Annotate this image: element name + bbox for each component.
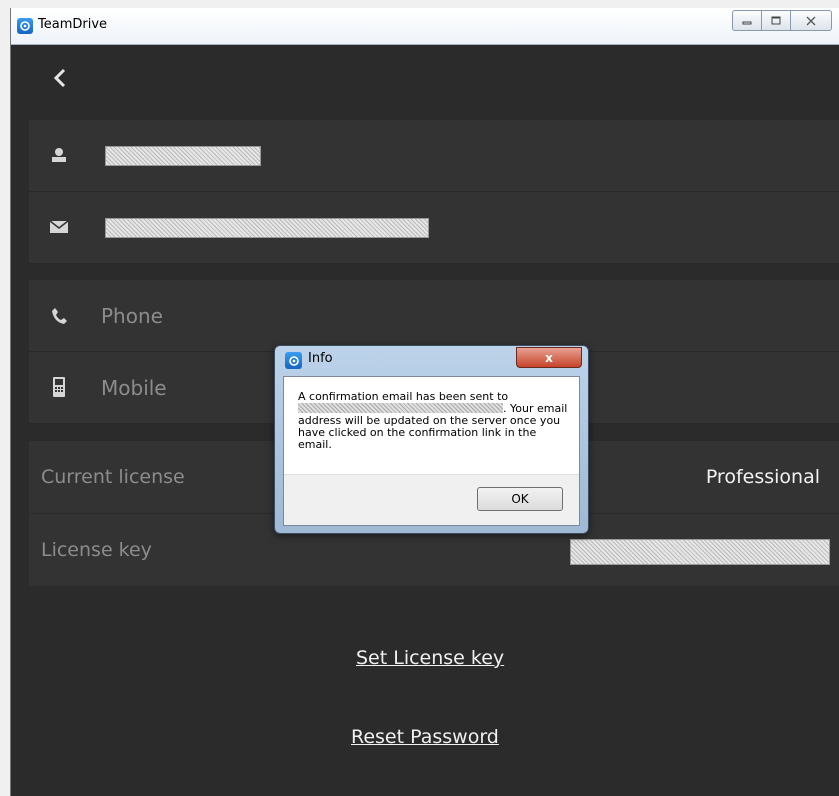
title-bar: TeamDrive: [11, 8, 839, 45]
dialog-close-button[interactable]: x: [516, 347, 582, 368]
email-row[interactable]: [29, 192, 839, 264]
window-title: TeamDrive: [38, 17, 108, 32]
dialog-message: A confirmation email has been sent to . …: [298, 391, 568, 451]
phone-label: Phone: [101, 304, 163, 328]
email-redacted: [298, 403, 503, 413]
info-dialog: Info x A confirmation email has been sen…: [274, 345, 589, 534]
user-icon: [47, 143, 71, 167]
dialog-title: Info: [308, 351, 333, 366]
maximize-button[interactable]: [761, 10, 791, 31]
license-key-label: License key: [41, 539, 152, 561]
teamdrive-icon: [17, 18, 33, 34]
minimize-button[interactable]: [732, 10, 762, 31]
license-key-redacted: [570, 539, 830, 565]
envelope-icon: [47, 215, 71, 239]
email-redacted: [105, 218, 429, 238]
maximize-icon: [771, 16, 781, 25]
current-license-label: Current license: [41, 466, 185, 488]
phone-icon: [47, 304, 71, 328]
username-row[interactable]: [29, 120, 839, 192]
mobile-label: Mobile: [101, 376, 167, 400]
reset-password-link[interactable]: Reset Password: [351, 726, 499, 748]
dialog-footer: OK: [284, 474, 579, 525]
close-icon: x: [545, 350, 553, 365]
username-redacted: [105, 146, 261, 166]
set-license-key-link[interactable]: Set License key: [356, 647, 504, 669]
teamdrive-icon: [285, 352, 302, 369]
dialog-body: A confirmation email has been sent to . …: [283, 376, 580, 526]
back-arrow-icon: [53, 68, 66, 88]
current-license-value: Professional: [705, 466, 820, 488]
mobile-icon: [47, 375, 71, 399]
dialog-message-line1: A confirmation email has been sent to: [298, 390, 509, 403]
ok-button[interactable]: OK: [477, 487, 563, 511]
minimize-icon: [742, 21, 752, 24]
close-icon: [806, 16, 816, 25]
close-window-button[interactable]: [790, 10, 832, 31]
window-controls: [732, 10, 832, 31]
phone-row[interactable]: Phone: [29, 280, 839, 352]
back-button[interactable]: [49, 65, 79, 95]
